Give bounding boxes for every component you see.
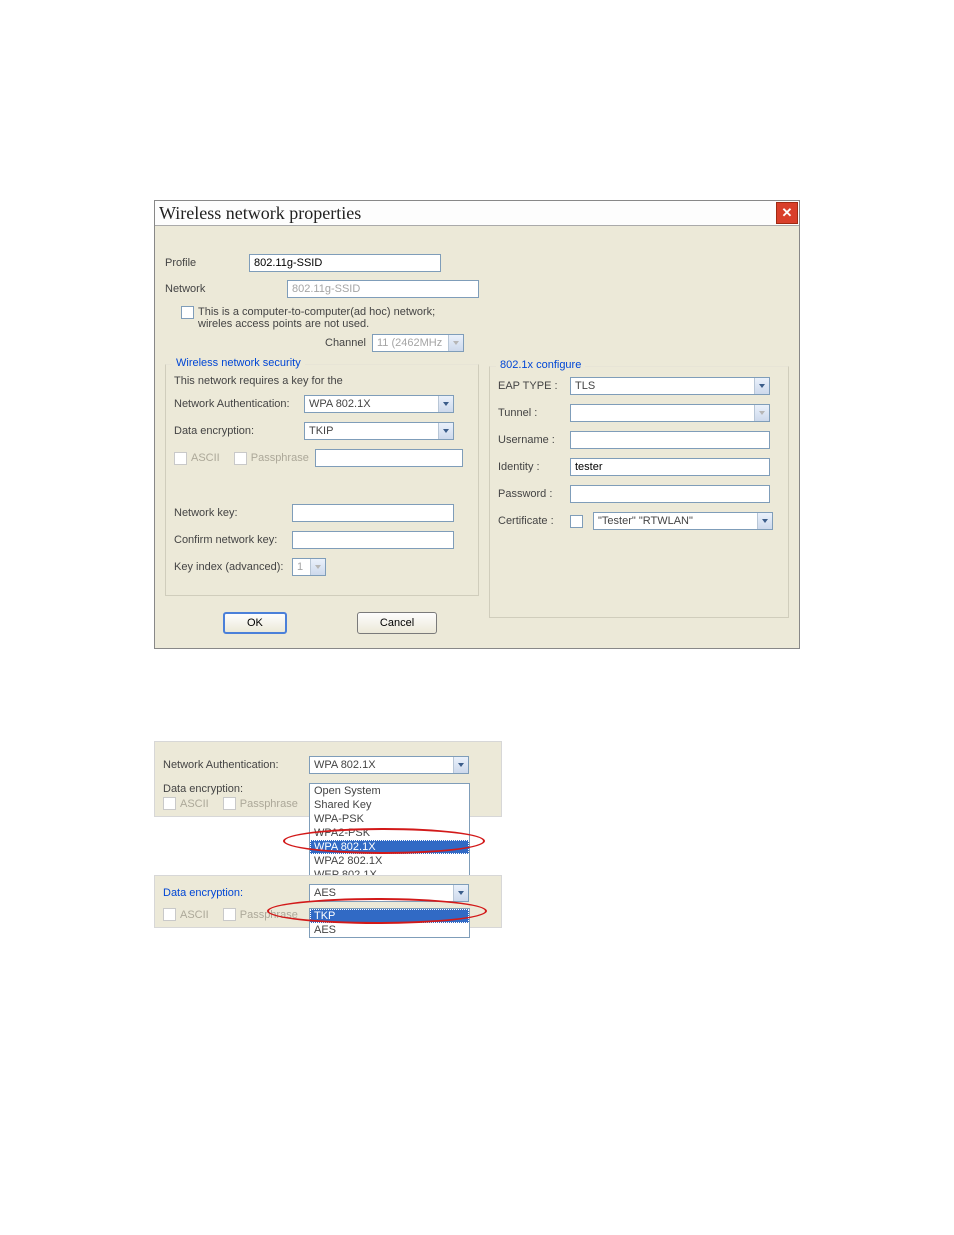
wireless-properties-dialog: Wireless network properties ✕ Profile Ne…	[154, 200, 800, 649]
config-legend: 802.1x configure	[496, 359, 585, 371]
chevron-down-icon	[438, 423, 453, 439]
username-input	[570, 431, 770, 449]
net-auth-label: Network Authentication:	[174, 398, 304, 410]
ascii-checkbox	[174, 452, 187, 465]
adhoc-label: This is a computer-to-computer(ad hoc) n…	[198, 306, 468, 330]
net-auth-dropdown[interactable]: WPA 802.1X	[309, 756, 469, 774]
chevron-down-icon	[754, 378, 769, 394]
passphrase-checkbox	[223, 797, 236, 810]
cert-dropdown[interactable]: "Tester" "RTWLAN"	[593, 512, 773, 530]
passphrase-input	[315, 449, 463, 467]
data-enc-value: TKIP	[309, 425, 333, 437]
cancel-button[interactable]: Cancel	[357, 612, 437, 634]
net-auth-dropdown[interactable]: WPA 802.1X	[304, 395, 454, 413]
network-label: Network	[165, 283, 243, 295]
chevron-down-icon	[448, 335, 463, 351]
profile-input[interactable]	[249, 254, 441, 272]
chevron-down-icon	[438, 396, 453, 412]
identity-label: Identity :	[498, 461, 570, 473]
passphrase-label: Passphrase	[251, 452, 309, 464]
auth-option[interactable]: WPA-PSK	[310, 812, 469, 826]
enc-option[interactable]: AES	[310, 923, 469, 937]
chevron-down-icon	[757, 513, 772, 529]
auth-listbox[interactable]: Open System Shared Key WPA-PSK WPA2-PSK …	[309, 783, 470, 883]
channel-dropdown: 11 (2462MHz	[372, 334, 464, 352]
auth-option-selected[interactable]: WPA 802.1X	[310, 840, 469, 854]
netkey-input	[292, 504, 454, 522]
cert-checkbox[interactable]	[570, 515, 583, 528]
config-group: 802.1x configure EAP TYPE : TLS Tunnel :	[489, 366, 789, 618]
close-icon: ✕	[782, 205, 793, 221]
network-input	[287, 280, 479, 298]
eap-label: EAP TYPE :	[498, 380, 570, 392]
confirm-label: Confirm network key:	[174, 534, 292, 546]
dialog-title: Wireless network properties	[159, 203, 361, 224]
net-auth-value: WPA 802.1X	[314, 759, 376, 771]
cert-label: Certificate :	[498, 515, 570, 527]
ok-button[interactable]: OK	[223, 612, 287, 634]
chevron-down-icon	[754, 405, 769, 421]
auth-option[interactable]: Shared Key	[310, 798, 469, 812]
data-enc-dropdown[interactable]: AES	[309, 884, 469, 902]
data-enc-label: Data encryption:	[174, 425, 304, 437]
ascii-label: ASCII	[180, 909, 209, 921]
ascii-checkbox	[163, 797, 176, 810]
ascii-checkbox	[163, 908, 176, 921]
confirm-input	[292, 531, 454, 549]
net-auth-value: WPA 802.1X	[309, 398, 371, 410]
titlebar: Wireless network properties ✕	[155, 201, 799, 226]
tunnel-dropdown	[570, 404, 770, 422]
close-button[interactable]: ✕	[776, 202, 798, 224]
data-enc-value: AES	[314, 887, 336, 899]
auth-snippet: Network Authentication: WPA 802.1X Data …	[154, 741, 502, 817]
chevron-down-icon	[453, 885, 468, 901]
channel-label: Channel	[325, 337, 366, 349]
tunnel-label: Tunnel :	[498, 407, 570, 419]
eap-dropdown[interactable]: TLS	[570, 377, 770, 395]
passphrase-checkbox	[223, 908, 236, 921]
keyidx-label: Key index (advanced):	[174, 561, 292, 573]
enc-snippet: Data encryption: AES ASCII Passphrase TK…	[154, 875, 502, 928]
enc-listbox[interactable]: TKP AES	[309, 908, 470, 938]
auth-option[interactable]: WPA2-PSK	[310, 826, 469, 840]
identity-input[interactable]	[570, 458, 770, 476]
chevron-down-icon	[453, 757, 468, 773]
chevron-down-icon	[310, 559, 325, 575]
keyidx-value: 1	[297, 561, 303, 573]
password-label: Password :	[498, 488, 570, 500]
passphrase-label: Passphrase	[240, 909, 298, 921]
adhoc-checkbox[interactable]	[181, 306, 194, 319]
auth-option[interactable]: Open System	[310, 784, 469, 798]
data-enc-dropdown[interactable]: TKIP	[304, 422, 454, 440]
ascii-label: ASCII	[191, 452, 220, 464]
channel-value: 11 (2462MHz	[377, 337, 442, 349]
username-label: Username :	[498, 434, 570, 446]
ascii-label: ASCII	[180, 798, 209, 810]
password-input	[570, 485, 770, 503]
data-enc-label: Data encryption:	[163, 887, 309, 899]
security-group: Wireless network security This network r…	[165, 364, 479, 596]
passphrase-label: Passphrase	[240, 798, 298, 810]
eap-value: TLS	[575, 380, 595, 392]
netkey-label: Network key:	[174, 507, 292, 519]
auth-option[interactable]: WPA2 802.1X	[310, 854, 469, 868]
key-required-label: This network requires a key for the	[174, 375, 470, 387]
profile-label: Profile	[165, 257, 243, 269]
net-auth-label: Network Authentication:	[163, 759, 309, 771]
data-enc-label: Data encryption:	[163, 783, 309, 795]
enc-option-selected[interactable]: TKP	[310, 909, 469, 923]
passphrase-checkbox	[234, 452, 247, 465]
security-legend: Wireless network security	[172, 357, 305, 369]
keyidx-dropdown: 1	[292, 558, 326, 576]
cert-value: "Tester" "RTWLAN"	[598, 515, 693, 527]
